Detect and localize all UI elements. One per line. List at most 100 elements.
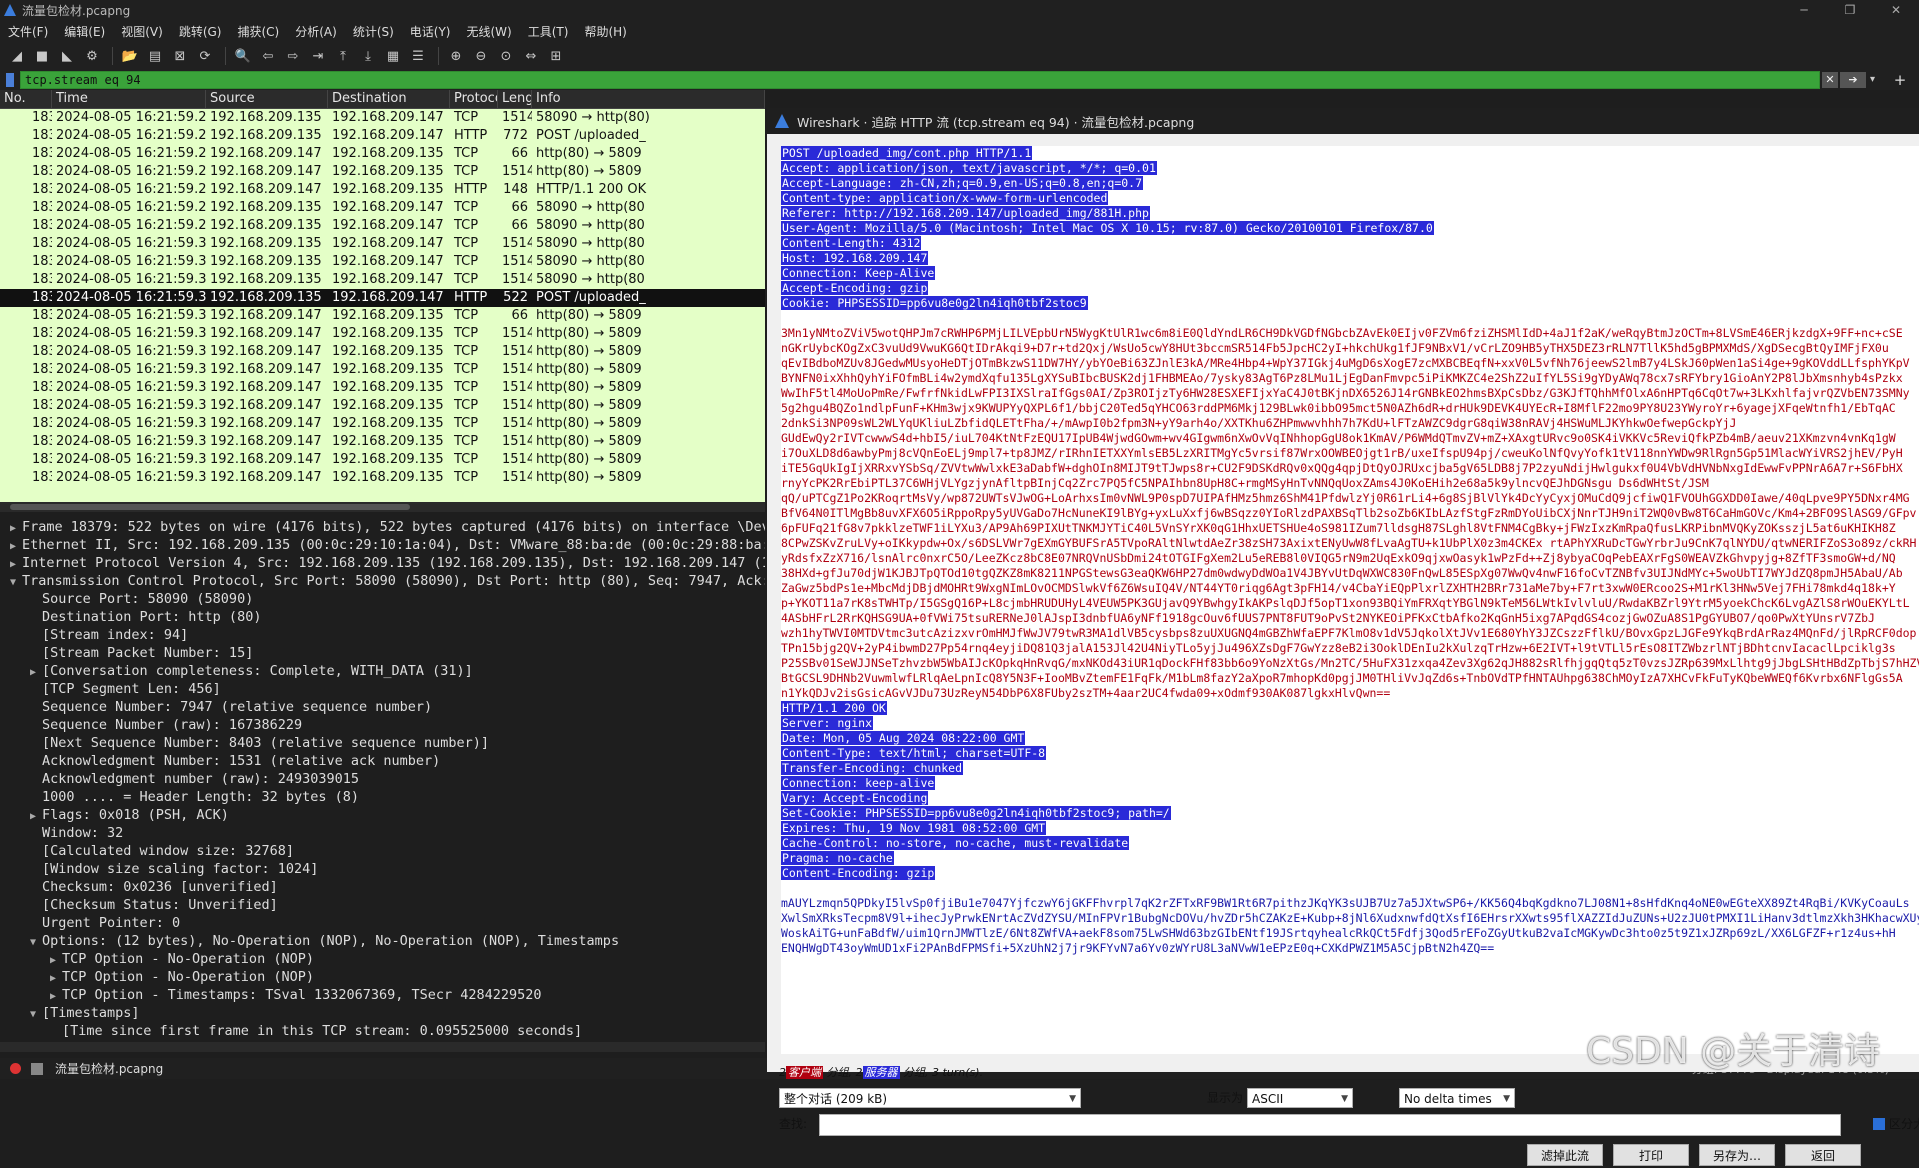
detail-row[interactable]: Checksum: 0x0236 [unverified]: [0, 878, 765, 896]
options-gear-icon[interactable]: ⚙: [81, 45, 103, 67]
detail-row[interactable]: [Stream Packet Number: 15]: [0, 644, 765, 662]
detail-row[interactable]: [Calculated window size: 32768]: [0, 842, 765, 860]
colorize-icon[interactable]: ☰: [407, 45, 429, 67]
detail-row[interactable]: Source Port: 58090 (58090): [0, 590, 765, 608]
detail-row[interactable]: [TCP Segment Len: 456]: [0, 680, 765, 698]
find-input[interactable]: [819, 1114, 1841, 1136]
reload-icon[interactable]: ⟳: [194, 45, 216, 67]
packet-row[interactable]: 183… 2024-08-05 16:21:59.3… 192.168.209.14…: [0, 325, 765, 343]
detail-row[interactable]: Acknowledgment Number: 1531 (relative ac…: [0, 752, 765, 770]
column-header[interactable]: Time: [52, 90, 206, 108]
detail-row[interactable]: Sequence Number: 7947 (relative sequence…: [0, 698, 765, 716]
column-header[interactable]: Length: [498, 90, 532, 108]
detail-row[interactable]: Sequence Number (raw): 167386229: [0, 716, 765, 734]
menu-item[interactable]: 捕获(C): [229, 23, 287, 40]
detail-row[interactable]: ▼ Options: (12 bytes), No-Operation (NOP)…: [0, 932, 765, 950]
shark-start-icon[interactable]: ◢: [6, 45, 28, 67]
forward-arrow-icon[interactable]: ⇨: [282, 45, 304, 67]
menu-item[interactable]: 分析(A): [287, 23, 345, 40]
packet-row[interactable]: 183… 2024-08-05 16:21:59.3… 192.168.209.14…: [0, 343, 765, 361]
minimize-icon[interactable]: ─: [1781, 0, 1827, 20]
delta-times-select[interactable]: No delta times ▼: [1399, 1088, 1515, 1108]
goto-packet-icon[interactable]: ⇥: [307, 45, 329, 67]
packet-row[interactable]: 183… 2024-08-05 16:21:59.2… 192.168.209.14…: [0, 163, 765, 181]
packet-row[interactable]: 183… 2024-08-05 16:21:59.2… 192.168.209.13…: [0, 199, 765, 217]
packet-row[interactable]: 183… 2024-08-05 16:21:59.3… 192.168.209.14…: [0, 397, 765, 415]
column-header[interactable]: Source: [206, 90, 328, 108]
packet-list-scrollbar[interactable]: [0, 502, 765, 512]
column-header[interactable]: No.: [0, 90, 52, 108]
menu-item[interactable]: 文件(F): [0, 23, 56, 40]
detail-row[interactable]: ▶ TCP Option - No-Operation (NOP): [0, 968, 765, 986]
detail-row[interactable]: ▶ Internet Protocol Version 4, Src: 192.1…: [0, 554, 765, 572]
packet-row[interactable]: 183… 2024-08-05 16:21:59.3… 192.168.209.14…: [0, 379, 765, 397]
zoom-out-icon[interactable]: ⊖: [470, 45, 492, 67]
packet-row[interactable]: 183… 2024-08-05 16:21:59.3… 192.168.209.14…: [0, 451, 765, 469]
detail-row[interactable]: ▶ TCP Option - Timestamps: TSval 13320673…: [0, 986, 765, 1004]
filter-out-stream-button[interactable]: 滤掉此流: [1527, 1144, 1603, 1166]
detail-row[interactable]: [Time since first frame in this TCP stre…: [0, 1022, 765, 1040]
menu-item[interactable]: 电话(Y): [402, 23, 459, 40]
packet-row[interactable]: 183… 2024-08-05 16:21:59.3… 192.168.209.14…: [0, 469, 765, 487]
details-scrollbar[interactable]: [0, 1042, 765, 1052]
detail-row[interactable]: [Checksum Status: Unverified]: [0, 896, 765, 914]
show-as-select[interactable]: ASCII ▼: [1247, 1088, 1353, 1108]
back-arrow-icon[interactable]: ⇦: [257, 45, 279, 67]
display-filter-input[interactable]: tcp.stream eq 94: [20, 71, 1820, 89]
detail-row[interactable]: Window: 32: [0, 824, 765, 842]
detail-row[interactable]: [Window size scaling factor: 1024]: [0, 860, 765, 878]
packet-row[interactable]: 183… 2024-08-05 16:21:59.2… 192.168.209.14…: [0, 181, 765, 199]
save-as-button[interactable]: 另存为…: [1699, 1144, 1775, 1166]
zoom-normal-icon[interactable]: ⊙: [495, 45, 517, 67]
packet-row[interactable]: 183… 2024-08-05 16:21:59.2… 192.168.209.14…: [0, 145, 765, 163]
last-packet-icon[interactable]: ⤓: [357, 45, 379, 67]
packet-details-tree[interactable]: ▶ Frame 18379: 522 bytes on wire (4176 bi…: [0, 518, 765, 1040]
packet-row[interactable]: 183… 2024-08-05 16:21:59.3… 192.168.209.14…: [0, 361, 765, 379]
detail-row[interactable]: Destination Port: http (80): [0, 608, 765, 626]
packet-row[interactable]: 183… 2024-08-05 16:21:59.3… 192.168.209.14…: [0, 415, 765, 433]
back-button[interactable]: 返回: [1785, 1144, 1861, 1166]
menu-item[interactable]: 统计(S): [345, 23, 402, 40]
case-sensitive-checkbox[interactable]: [1873, 1118, 1885, 1130]
open-folder-icon[interactable]: 📂: [119, 45, 141, 67]
comment-edit-icon[interactable]: [31, 1062, 43, 1075]
packet-row[interactable]: 183… 2024-08-05 16:21:59.3… 192.168.209.14…: [0, 433, 765, 451]
print-button[interactable]: 打印: [1613, 1144, 1689, 1166]
close-icon[interactable]: ✕: [1873, 0, 1919, 20]
filter-history-chevron-icon[interactable]: ▾: [1870, 72, 1884, 88]
detail-row[interactable]: 1000 .... = Header Length: 32 bytes (8): [0, 788, 765, 806]
detail-row[interactable]: ▶ Ethernet II, Src: 192.168.209.135 (00:0…: [0, 536, 765, 554]
first-packet-icon[interactable]: ⤒: [332, 45, 354, 67]
menu-item[interactable]: 帮助(H): [576, 23, 634, 40]
find-icon[interactable]: 🔍: [232, 45, 254, 67]
stop-icon[interactable]: ■: [31, 45, 53, 67]
close-file-icon[interactable]: ⊠: [169, 45, 191, 67]
capture-status-icon[interactable]: [10, 1063, 21, 1074]
stream-content[interactable]: POST /uploaded_img/cont.php HTTP/1.1 Acce…: [781, 146, 1919, 1054]
apply-filter-arrow-icon[interactable]: ➔: [1840, 72, 1866, 88]
detail-row[interactable]: Urgent Pointer: 0: [0, 914, 765, 932]
packet-row[interactable]: 183… 2024-08-05 16:21:59.3… 192.168.209.14…: [0, 307, 765, 325]
menu-item[interactable]: 跳转(G): [171, 23, 230, 40]
packet-row[interactable]: 183… 2024-08-05 16:21:59.2… 192.168.209.13…: [0, 109, 765, 127]
restore-icon[interactable]: ❐: [1827, 0, 1873, 20]
menu-item[interactable]: 工具(T): [520, 23, 577, 40]
add-filter-button-icon[interactable]: +: [1890, 70, 1910, 90]
column-header[interactable]: Destination: [328, 90, 450, 108]
expand-icon[interactable]: ⊞: [545, 45, 567, 67]
bookmark-icon[interactable]: [6, 73, 14, 87]
expander-icon[interactable]: ▼: [10, 574, 22, 592]
detail-row[interactable]: ▼ Transmission Control Protocol, Src Port…: [0, 572, 765, 590]
packet-row[interactable]: 183… 2024-08-05 16:21:59.2… 192.168.209.13…: [0, 127, 765, 145]
scrollbar-thumb[interactable]: [10, 504, 410, 510]
packet-row[interactable]: 183… 2024-08-05 16:21:59.3… 192.168.209.13…: [0, 235, 765, 253]
resize-columns-icon[interactable]: ⇔: [520, 45, 542, 67]
packet-row[interactable]: 183… 2024-08-05 16:21:59.3… 192.168.209.13…: [0, 253, 765, 271]
column-header[interactable]: Protocol: [450, 90, 498, 108]
packet-row[interactable]: 183… 2024-08-05 16:21:59.3… 192.168.209.13…: [0, 289, 765, 307]
detail-row[interactable]: ▶ [Conversation completeness: Complete, W…: [0, 662, 765, 680]
packet-row[interactable]: 183… 2024-08-05 16:21:59.3… 192.168.209.13…: [0, 271, 765, 289]
zoom-in-icon[interactable]: ⊕: [445, 45, 467, 67]
menu-item[interactable]: 无线(W): [459, 23, 520, 40]
packet-row[interactable]: 183… 2024-08-05 16:21:59.2… 192.168.209.13…: [0, 217, 765, 235]
